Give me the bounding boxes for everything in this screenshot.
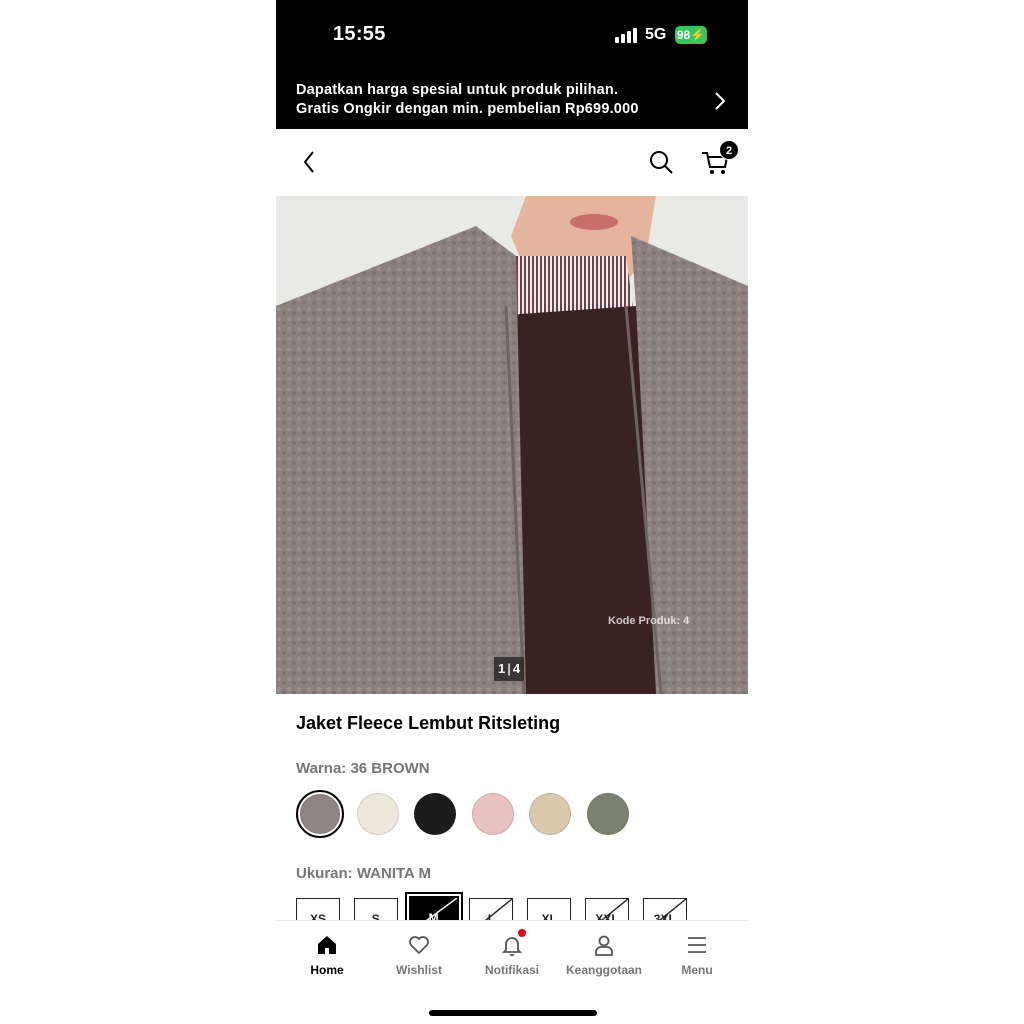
image-counter-total: 4	[512, 661, 521, 676]
promo-line-1: Dapatkan harga spesial untuk produk pili…	[296, 82, 619, 98]
color-swatch-fill	[471, 793, 514, 835]
hamburger-menu-icon	[688, 937, 706, 953]
search-icon[interactable]	[648, 149, 674, 175]
promo-banner[interactable]: Dapatkan harga spesial untuk produk pili…	[276, 72, 748, 129]
color-swatch-pink[interactable]	[469, 790, 517, 838]
size-option-label: S	[371, 912, 380, 920]
product-image[interactable]: Kode Produk: 4 1 | 4	[276, 196, 748, 694]
size-option-xs[interactable]: XS	[296, 898, 340, 920]
size-option-s[interactable]: S	[353, 898, 398, 920]
back-arrow-icon[interactable]	[300, 149, 320, 175]
tab-wishlist[interactable]: Wishlist	[374, 933, 464, 977]
color-swatch-off-white[interactable]	[354, 790, 402, 838]
battery-level: 98	[676, 28, 691, 42]
size-label: Ukuran: WANITA M	[296, 865, 431, 882]
unavailable-slash-icon	[600, 899, 628, 920]
color-label: Warna: 36 BROWN	[296, 760, 430, 777]
signal-icon	[615, 27, 637, 43]
cart-count-badge: 2	[719, 140, 739, 160]
size-option-l[interactable]: L	[469, 898, 514, 920]
image-counter: 1 | 4	[494, 657, 525, 681]
size-option-3xl[interactable]: 3XL	[642, 898, 687, 920]
tab-menu-label: Menu	[681, 963, 713, 977]
image-counter-current: 1	[498, 661, 506, 676]
unavailable-slash-icon	[425, 898, 457, 920]
size-selector-row: XS S ML XL XXL 3XL	[296, 892, 748, 920]
status-time: 15:55	[333, 23, 386, 45]
color-swatch-fill	[529, 793, 571, 835]
network-type: 5G	[645, 26, 667, 43]
tab-notifications-label: Notifikasi	[484, 963, 539, 977]
home-indicator	[429, 1010, 597, 1016]
color-swatch-brown[interactable]	[296, 790, 344, 838]
bottom-tab-bar: Home Wishlist Notifikasi Keanggotaan Men…	[276, 920, 748, 1024]
tab-menu[interactable]: Menu	[652, 933, 742, 977]
notification-dot	[518, 929, 526, 937]
tab-home-label: Home	[310, 963, 344, 977]
size-option-m[interactable]: M	[408, 896, 459, 920]
product-code-label: Kode Produk: 4	[608, 615, 690, 627]
size-option-xxl[interactable]: XXL	[585, 898, 629, 920]
phone-screen: 15:55 5G 98⚡ Dapatkan harga spesial untu…	[276, 0, 748, 1024]
color-swatch-olive[interactable]	[584, 790, 632, 838]
color-swatch-fill	[414, 793, 456, 835]
size-option-label: XS	[309, 912, 326, 920]
person-icon	[595, 935, 613, 956]
tab-membership[interactable]: Keanggotaan	[559, 933, 649, 977]
nav-header: 2	[276, 129, 748, 196]
product-title: Jaket Fleece Lembut Ritsleting	[296, 713, 561, 733]
image-counter-separator: |	[507, 661, 511, 676]
size-option-xl[interactable]: XL	[527, 898, 572, 920]
tab-home[interactable]: Home	[282, 933, 372, 977]
chevron-right-icon[interactable]	[713, 90, 727, 112]
size-option-label: XL	[541, 912, 557, 920]
tab-wishlist-label: Wishlist	[396, 963, 442, 977]
color-swatch-fill	[300, 794, 340, 834]
promo-line-2: Gratis Ongkir dengan min. pembelian Rp69…	[296, 101, 639, 117]
color-swatch-black[interactable]	[411, 790, 459, 838]
color-swatch-beige[interactable]	[526, 790, 574, 838]
color-swatch-fill	[356, 793, 399, 835]
unavailable-slash-icon	[658, 899, 686, 920]
battery-icon: 98⚡	[675, 26, 707, 44]
tab-notifications[interactable]: Notifikasi	[467, 929, 557, 977]
color-swatch-fill	[586, 793, 629, 835]
tab-membership-label: Keanggotaan	[565, 963, 642, 977]
heart-icon	[409, 936, 429, 955]
unavailable-slash-icon	[485, 899, 513, 920]
status-bar: 15:55 5G 98⚡	[276, 0, 748, 72]
home-icon	[318, 936, 336, 954]
